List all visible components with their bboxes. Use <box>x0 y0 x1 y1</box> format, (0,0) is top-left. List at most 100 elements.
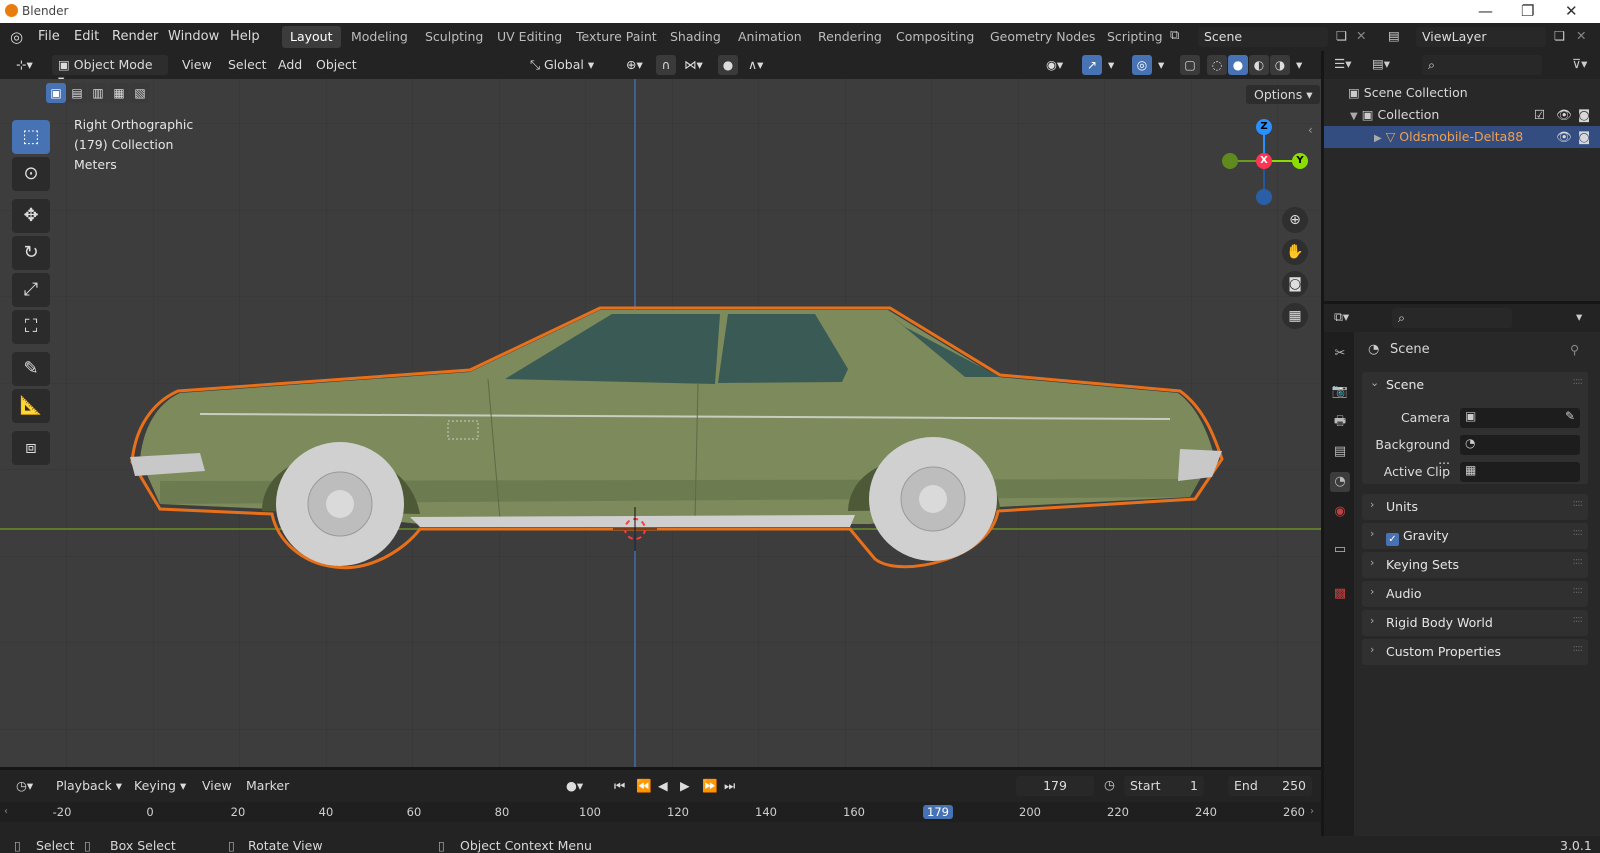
custom-properties-panel[interactable]: › Custom Properties :::: <box>1362 639 1588 665</box>
gizmo-toggle-icon[interactable]: ↗ <box>1082 55 1102 75</box>
play-icon[interactable]: ▶ <box>674 776 696 796</box>
close-button[interactable]: ✕ <box>1565 2 1578 20</box>
scroll-left-icon[interactable]: ‹ <box>4 806 8 817</box>
collection-tab-icon[interactable]: ▭ <box>1330 540 1350 560</box>
scene-browse-icon[interactable]: ⧉ <box>1170 28 1179 43</box>
select-extend-icon[interactable]: ▤ <box>67 83 87 103</box>
expand-arrow-icon[interactable]: ▶ <box>1374 133 1382 144</box>
audio-panel[interactable]: › Audio :::: <box>1362 581 1588 607</box>
navigation-gizmo[interactable]: Z X Y <box>1220 117 1310 207</box>
playback-menu[interactable]: Playback ▾ <box>50 776 128 796</box>
menu-file[interactable]: File <box>38 29 60 44</box>
tab-geometry-nodes[interactable]: Geometry Nodes <box>982 26 1103 48</box>
auto-keying-icon[interactable]: ●▾ <box>560 776 589 796</box>
tab-layout[interactable]: Layout <box>282 26 341 48</box>
cursor-tool-icon[interactable]: ⊙ <box>12 157 50 191</box>
object-visibility-icon[interactable]: 👁 <box>1556 129 1572 145</box>
tab-modeling[interactable]: Modeling <box>343 26 416 48</box>
tab-shading[interactable]: Shading <box>662 26 729 48</box>
start-frame-field[interactable]: Start 1 <box>1124 776 1204 796</box>
outliner-row-scene-collection[interactable]: ▣ Scene Collection <box>1324 82 1600 104</box>
delete-scene-icon[interactable]: ✕ <box>1356 28 1366 43</box>
camera-field[interactable]: ▣ ✎ <box>1460 408 1580 428</box>
properties-editor-type-icon[interactable]: ⧉▾ <box>1334 309 1349 325</box>
properties-search-input[interactable]: ⌕ <box>1392 308 1512 328</box>
outliner-row-object[interactable]: ▶ ▽ Oldsmobile-Delta88 👁 ◙ <box>1324 126 1600 148</box>
active-clip-field[interactable]: ▦ <box>1460 462 1580 482</box>
world-tab-icon[interactable]: ◉ <box>1330 502 1350 522</box>
texture-tab-icon[interactable]: ▩ <box>1330 584 1350 604</box>
background-scene-field[interactable]: ◔ <box>1460 435 1580 455</box>
overlays-dropdown-icon[interactable]: ▾ <box>1152 55 1170 75</box>
select-intersect-icon[interactable]: ▧ <box>130 83 150 103</box>
rendered-shading-icon[interactable]: ◑ <box>1270 55 1290 75</box>
drag-grip-icon[interactable]: :::: <box>1573 585 1584 596</box>
drag-grip-icon[interactable]: :::: <box>1573 614 1584 625</box>
keying-sets-panel[interactable]: › Keying Sets :::: <box>1362 552 1588 578</box>
properties-options-icon[interactable]: ▾ <box>1576 309 1582 324</box>
zoom-icon[interactable]: ⊕ <box>1282 207 1308 233</box>
scroll-right-icon[interactable]: › <box>1310 806 1314 817</box>
tab-uv-editing[interactable]: UV Editing <box>489 26 570 48</box>
view-layer-tab-icon[interactable]: ▤ <box>1330 442 1350 462</box>
menu-add[interactable]: Add <box>272 55 308 75</box>
timeline-view-menu[interactable]: View <box>196 776 238 796</box>
menu-object[interactable]: Object <box>310 55 363 75</box>
options-dropdown[interactable]: Options ▾ <box>1246 85 1321 104</box>
gizmo-z-axis[interactable]: Z <box>1256 119 1272 135</box>
jump-end-icon[interactable]: ⏭ <box>718 776 741 796</box>
scene-panel-title[interactable]: Scene <box>1386 377 1424 392</box>
solid-shading-icon[interactable]: ● <box>1228 55 1248 75</box>
camera-view-icon[interactable]: ◙ <box>1282 271 1308 297</box>
play-reverse-icon[interactable]: ◀ <box>652 776 674 796</box>
marker-menu[interactable]: Marker <box>240 776 295 796</box>
tab-texture-paint[interactable]: Texture Paint <box>568 26 665 48</box>
xray-toggle-icon[interactable]: ▢ <box>1180 55 1200 75</box>
pivot-point-icon[interactable]: ⊕▾ <box>620 55 649 75</box>
drag-grip-icon[interactable]: :::: <box>1573 556 1584 567</box>
menu-window[interactable]: Window <box>168 29 219 44</box>
ortho-grid-icon[interactable]: ▦ <box>1282 303 1308 329</box>
measure-tool-icon[interactable]: 📐 <box>12 389 50 423</box>
scene-tab-icon[interactable]: ◔ <box>1330 472 1350 492</box>
viewlayer-browse-icon[interactable]: ▤ <box>1388 28 1400 43</box>
viewlayer-name-field[interactable]: ViewLayer <box>1416 27 1546 47</box>
end-frame-field[interactable]: End 250 <box>1228 776 1312 796</box>
gizmo-y-axis[interactable]: Y <box>1292 153 1308 169</box>
tab-compositing[interactable]: Compositing <box>888 26 982 48</box>
material-shading-icon[interactable]: ◐ <box>1249 55 1269 75</box>
pan-hand-icon[interactable]: ✋ <box>1282 239 1308 265</box>
new-scene-icon[interactable]: ❏ <box>1336 28 1347 43</box>
menu-view[interactable]: View <box>176 55 218 75</box>
snap-target-icon[interactable]: ⋈▾ <box>678 55 709 75</box>
keying-menu[interactable]: Keying ▾ <box>128 776 192 796</box>
units-panel[interactable]: › Units :::: <box>1362 494 1588 520</box>
shading-dropdown-icon[interactable]: ▾ <box>1290 55 1308 75</box>
select-new-icon[interactable]: ▣ <box>46 83 66 103</box>
gravity-checkbox[interactable]: ✓ <box>1386 533 1399 546</box>
wireframe-shading-icon[interactable]: ◌ <box>1207 55 1227 75</box>
collection-checkbox[interactable]: ☑ <box>1534 107 1545 122</box>
tab-sculpting[interactable]: Sculpting <box>417 26 491 48</box>
collection-visibility-icon[interactable]: 👁 <box>1556 107 1572 123</box>
minimize-button[interactable]: — <box>1478 2 1493 20</box>
tool-tab-icon[interactable]: ✂ <box>1330 344 1350 364</box>
menu-select[interactable]: Select <box>222 55 273 75</box>
render-tab-icon[interactable]: 📷 <box>1330 382 1350 402</box>
current-frame-indicator[interactable]: 179 <box>923 805 953 819</box>
blender-menu-icon[interactable]: ◎ <box>10 28 23 46</box>
object-mode-dropdown[interactable]: ▣ Object Mode ▾ <box>52 55 168 87</box>
filter-icon[interactable]: ⊽▾ <box>1572 56 1587 71</box>
timeline-editor-type-icon[interactable]: ◷▾ <box>10 776 39 796</box>
3d-viewport[interactable]: Right Orthographic (179) Collection Mete… <box>0 79 1321 767</box>
current-frame-field[interactable]: 179 <box>1016 776 1094 796</box>
outliner-row-collection[interactable]: ▼ ▣ Collection ☑ 👁 ◙ <box>1324 104 1600 126</box>
proportional-edit-icon[interactable]: ● <box>718 55 738 75</box>
new-viewlayer-icon[interactable]: ❏ <box>1554 28 1565 43</box>
collection-render-icon[interactable]: ◙ <box>1578 107 1590 122</box>
transform-tool-icon[interactable]: ⛶ <box>12 310 50 344</box>
gizmo-dropdown-icon[interactable]: ▾ <box>1102 55 1120 75</box>
tab-rendering[interactable]: Rendering <box>810 26 890 48</box>
menu-render[interactable]: Render <box>112 29 158 44</box>
sidebar-toggle-icon[interactable]: ‹ <box>1308 123 1313 137</box>
